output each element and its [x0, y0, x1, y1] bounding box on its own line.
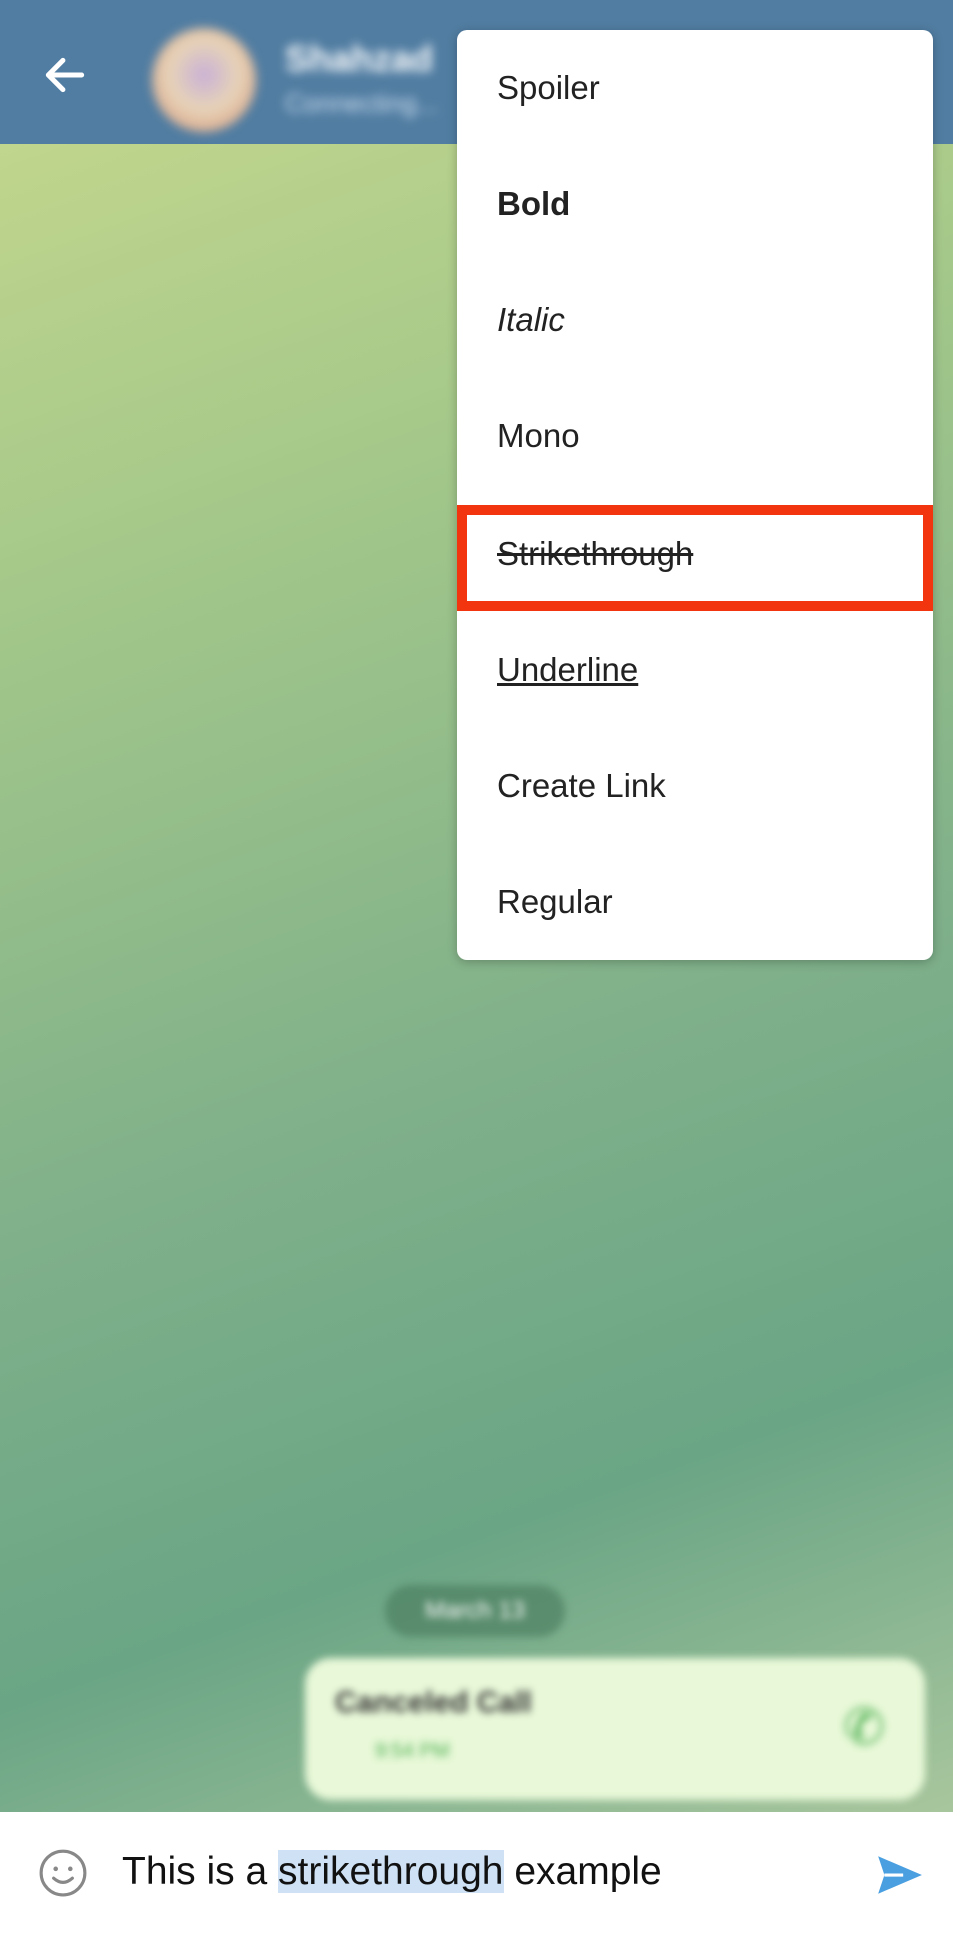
message-input[interactable]: This is a strikethrough example	[122, 1842, 662, 1902]
menu-item-underline[interactable]: Underline	[457, 612, 933, 728]
message-title: Canceled Call	[335, 1686, 532, 1719]
menu-item-mono[interactable]: Mono	[457, 378, 933, 494]
date-pill: March 13	[385, 1585, 565, 1637]
menu-item-create-link[interactable]: Create Link	[457, 728, 933, 844]
message-bubble[interactable]: Canceled Call 9:54 PM ✆	[305, 1658, 925, 1800]
contact-status: Connecting...	[285, 88, 439, 118]
avatar[interactable]	[152, 28, 256, 132]
highlight-box	[457, 505, 933, 611]
smiley-icon[interactable]	[38, 1848, 88, 1898]
message-input-bar: This is a strikethrough example	[0, 1812, 953, 1933]
menu-item-regular[interactable]: Regular	[457, 844, 933, 960]
format-menu: Spoiler Bold Italic Mono Strikethrough U…	[457, 30, 933, 960]
text-before: This is a	[122, 1850, 279, 1893]
arrow-left-icon[interactable]	[40, 50, 90, 100]
send-icon[interactable]	[874, 1850, 924, 1900]
menu-item-bold[interactable]: Bold	[457, 146, 933, 262]
menu-item-spoiler[interactable]: Spoiler	[457, 30, 933, 146]
phone-icon[interactable]: ✆	[843, 1698, 885, 1756]
menu-item-italic[interactable]: Italic	[457, 262, 933, 378]
selected-text[interactable]: strikethrough	[278, 1850, 504, 1893]
contact-name[interactable]: Shahzad	[285, 38, 433, 80]
message-time: 9:54 PM	[375, 1740, 450, 1762]
text-after: example	[503, 1850, 662, 1893]
